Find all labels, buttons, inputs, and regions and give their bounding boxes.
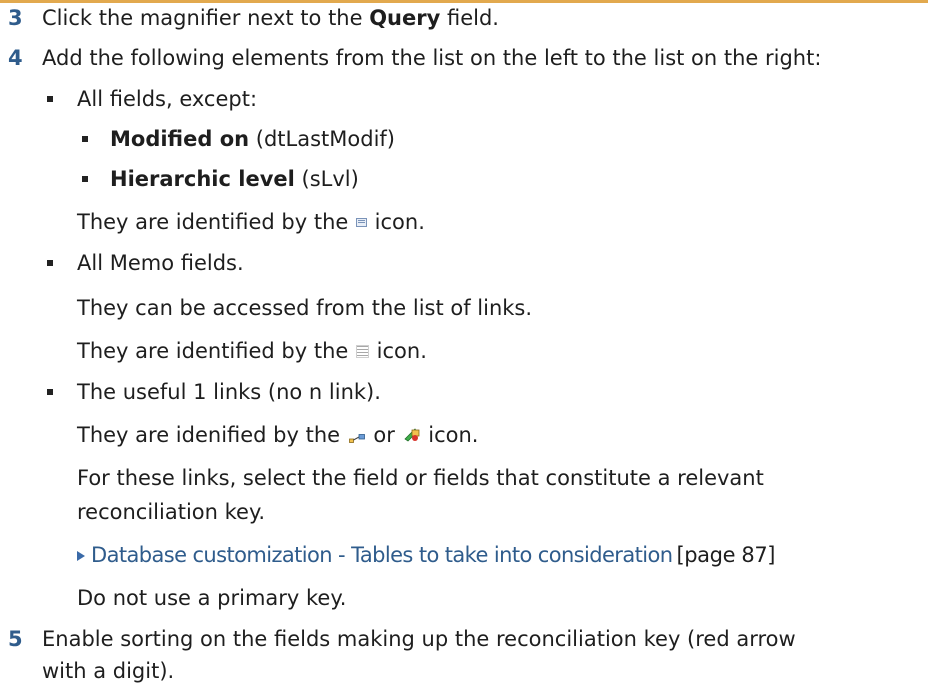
fields-icon-note: They are identified by the icon. (77, 207, 425, 237)
memo-text: All Memo fields. (77, 251, 244, 275)
links-select-line-1: For these links, select the field or fie… (77, 466, 764, 490)
bullet-icon (82, 136, 88, 142)
bullet-icon (47, 96, 53, 102)
xref-page[interactable]: [page 87] (676, 543, 775, 567)
step-5-line-2: with a digit). (42, 659, 175, 683)
triangle-right-icon (77, 551, 85, 561)
memo-access-text: They can be accessed from the list of li… (77, 296, 533, 320)
fields-icon-note-pre: They are identified by the (77, 210, 355, 234)
bullet-icon (47, 389, 53, 395)
memo-icon-note-post: icon. (369, 339, 427, 363)
step-3-post: field. (440, 6, 499, 30)
step-number: 3 (8, 6, 23, 30)
modified-on-label: Modified on (110, 127, 250, 151)
hierarchic-level-label: Hierarchic level (110, 167, 295, 191)
step-number: 4 (8, 46, 23, 70)
links-text: The useful 1 links (no n link). (77, 380, 381, 404)
links-icon-note-pre: They are idenified by the (77, 423, 347, 447)
field-icon (355, 217, 367, 227)
xref-link[interactable]: Database customization - Tables to take … (77, 540, 775, 570)
fields-icon-note-post: icon. (367, 210, 425, 234)
step-number: 5 (8, 627, 23, 651)
step-4-text: Add the following elements from the list… (42, 46, 822, 70)
step-3-text: Click the magnifier next to the Query fi… (42, 3, 499, 33)
links-select-line-2: reconciliation key. (77, 500, 266, 524)
xref-text[interactable]: Database customization - Tables to take … (91, 543, 673, 567)
link-icon (348, 433, 365, 443)
memo-icon-note: They are identified by the icon. (77, 336, 427, 366)
except-hierarchic-level: Hierarchic level (sLvl) (110, 164, 359, 194)
step-3-pre: Click the magnifier next to the (42, 6, 370, 30)
no-primary-key-text: Do not use a primary key. (77, 586, 347, 610)
modified-on-code: (dtLastModif) (249, 127, 395, 151)
except-modified-on: Modified on (dtLastModif) (110, 124, 395, 154)
step-5-line-1: Enable sorting on the fields making up t… (42, 627, 796, 651)
memo-icon (355, 344, 369, 358)
links-icon-note-mid: or (366, 423, 402, 447)
link-alt-icon (403, 428, 419, 442)
links-icon-note: They are idenified by the or icon. (77, 420, 478, 450)
bullet-icon (82, 176, 88, 182)
memo-icon-note-pre: They are identified by the (77, 339, 355, 363)
all-fields-text: All fields, except: (77, 87, 258, 111)
query-label: Query (369, 6, 441, 30)
hierarchic-level-code: (sLvl) (294, 167, 359, 191)
bullet-icon (47, 260, 53, 266)
links-icon-note-post: icon. (421, 423, 479, 447)
